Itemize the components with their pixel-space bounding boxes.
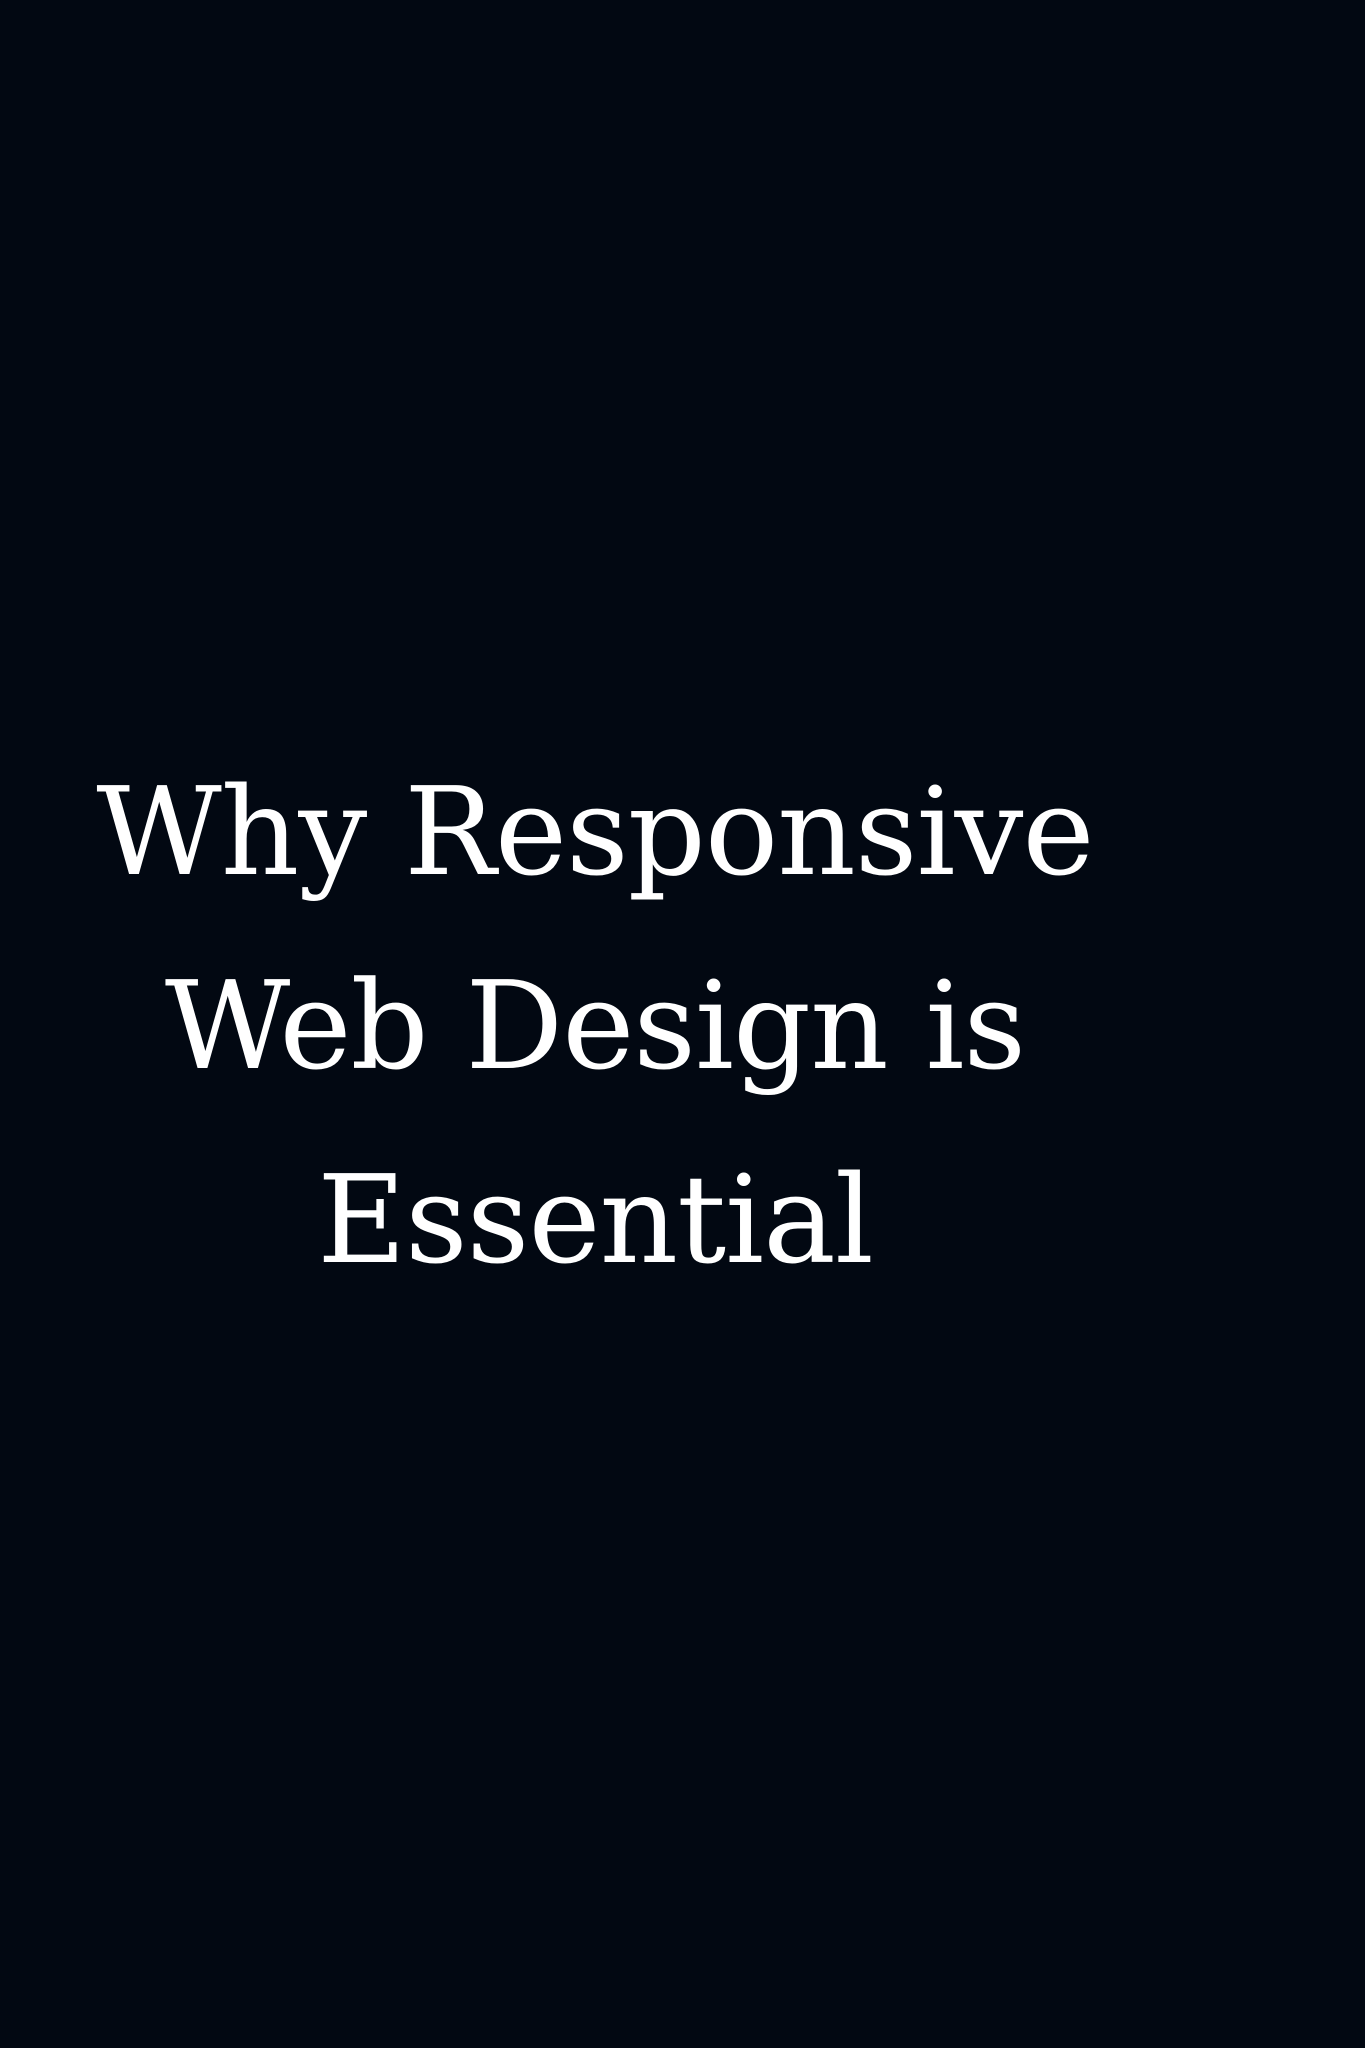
headline-line-3: Essential	[317, 1149, 874, 1291]
headline: Why Responsive Web Design is Essential	[0, 735, 1190, 1317]
headline-line-1: Why Responsive	[96, 761, 1094, 903]
headline-line-2: Web Design is	[164, 955, 1026, 1097]
poster-background: Why Responsive Web Design is Essential	[0, 0, 1365, 2048]
